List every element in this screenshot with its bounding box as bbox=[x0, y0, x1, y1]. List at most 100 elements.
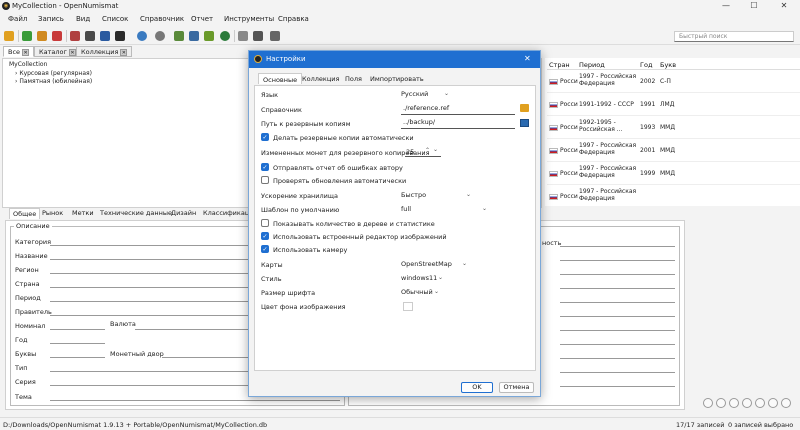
folder-browse-icon[interactable] bbox=[520, 119, 529, 127]
image-page-button[interactable] bbox=[716, 398, 726, 408]
map-icon[interactable] bbox=[204, 31, 214, 41]
edit-icon[interactable] bbox=[37, 31, 47, 41]
table-row[interactable]: Росси 1997 - Российская Федерация 1999 М… bbox=[547, 163, 800, 185]
font-size-select[interactable]: Обычный ⌄ bbox=[401, 288, 441, 298]
tab-technical[interactable]: Технические данные bbox=[97, 208, 175, 218]
use-camera-checkbox[interactable]: ✓ bbox=[261, 245, 269, 253]
search-icon[interactable] bbox=[253, 31, 263, 41]
chevron-down-icon[interactable]: ⌄ bbox=[433, 146, 438, 153]
tree-root[interactable]: MyCollection bbox=[9, 61, 47, 68]
image-page-button[interactable] bbox=[703, 398, 713, 408]
ok-button[interactable]: OK bbox=[461, 382, 493, 393]
right-field[interactable] bbox=[560, 358, 675, 359]
sort-icon[interactable] bbox=[85, 31, 95, 41]
right-field[interactable] bbox=[560, 288, 675, 289]
right-field[interactable] bbox=[560, 260, 675, 261]
column-period[interactable]: Период bbox=[579, 61, 605, 69]
right-field[interactable] bbox=[560, 246, 675, 247]
template-select[interactable]: full ⌄ bbox=[401, 205, 489, 215]
globe-icon[interactable] bbox=[137, 31, 147, 41]
tab-collection[interactable]: Коллекция ✕ bbox=[76, 46, 133, 57]
refresh-icon[interactable] bbox=[220, 31, 230, 41]
maps-select[interactable]: OpenStreetMap ⌄ bbox=[401, 260, 469, 270]
right-field[interactable] bbox=[560, 302, 675, 303]
right-field[interactable] bbox=[560, 344, 675, 345]
close-tab-icon[interactable]: ✕ bbox=[120, 48, 128, 56]
menu-record[interactable]: Запись bbox=[38, 15, 64, 23]
chevron-up-icon[interactable]: ⌃ bbox=[425, 147, 430, 154]
quick-search-input[interactable]: Быстрый поиск bbox=[674, 31, 794, 42]
menu-help[interactable]: Справка bbox=[278, 15, 309, 23]
tab-general[interactable]: Общее bbox=[9, 208, 41, 219]
image-page-button[interactable] bbox=[781, 398, 791, 408]
column-mint[interactable]: Букв bbox=[660, 61, 676, 69]
image-page-button[interactable] bbox=[729, 398, 739, 408]
minimize-button[interactable]: — bbox=[714, 0, 738, 12]
image-page-button[interactable] bbox=[742, 398, 752, 408]
report-icon[interactable] bbox=[174, 31, 184, 41]
cut-icon[interactable] bbox=[70, 31, 80, 41]
right-field[interactable] bbox=[560, 372, 675, 373]
right-field[interactable] bbox=[560, 274, 675, 275]
folder-icon[interactable] bbox=[520, 104, 529, 112]
close-button[interactable]: ✕ bbox=[772, 0, 796, 12]
right-field[interactable] bbox=[560, 330, 675, 331]
year-field[interactable] bbox=[50, 343, 105, 344]
right-field[interactable] bbox=[560, 386, 675, 387]
menu-report[interactable]: Отчет bbox=[191, 15, 213, 23]
tab-import-settings[interactable]: Импортировать bbox=[366, 73, 428, 84]
letters-field[interactable] bbox=[50, 357, 105, 358]
nominal-field[interactable] bbox=[50, 329, 105, 330]
tab-fields-settings[interactable]: Поля bbox=[341, 73, 366, 84]
tree-item-commemorative[interactable]: › Памятная (юбилейная) bbox=[15, 78, 92, 85]
image-page-button[interactable] bbox=[755, 398, 765, 408]
menu-view[interactable]: Вид bbox=[76, 15, 90, 23]
tab-general-settings[interactable]: Основные bbox=[258, 73, 303, 84]
delete-icon[interactable] bbox=[52, 31, 62, 41]
add-icon[interactable] bbox=[22, 31, 32, 41]
table-row[interactable]: Росси 1997 - Российская Федерация 2001 М… bbox=[547, 140, 800, 162]
coin-icon[interactable] bbox=[155, 31, 165, 41]
dialog-close-icon[interactable]: ✕ bbox=[524, 54, 531, 63]
bg-color-swatch[interactable] bbox=[403, 302, 413, 311]
tab-all[interactable]: Все ✕ bbox=[3, 46, 35, 57]
link-icon[interactable] bbox=[238, 31, 248, 41]
language-select[interactable]: Русский ⌄ bbox=[401, 90, 451, 100]
right-field[interactable] bbox=[560, 316, 675, 317]
table-row[interactable]: Росси 1991-1992 - СССР 1991 ЛМД bbox=[547, 94, 800, 116]
tree-item-regular[interactable]: › Курсовая (регулярная) bbox=[15, 70, 92, 77]
cancel-button[interactable]: Отмена bbox=[499, 382, 534, 393]
check-updates-checkbox[interactable] bbox=[261, 176, 269, 184]
menu-reference[interactable]: Справочник bbox=[140, 15, 184, 23]
column-year[interactable]: Год bbox=[640, 61, 652, 69]
style-select[interactable]: windows11 ⌄ bbox=[401, 274, 445, 284]
tab-design[interactable]: Дизайн bbox=[168, 208, 199, 218]
backup-path-input[interactable]: ../backup/ bbox=[401, 118, 515, 129]
settings-icon[interactable] bbox=[270, 31, 280, 41]
column-country[interactable]: Стран bbox=[549, 61, 570, 69]
list-icon[interactable] bbox=[115, 31, 125, 41]
open-folder-icon[interactable] bbox=[4, 31, 14, 41]
storage-accel-select[interactable]: Быстро ⌄ bbox=[401, 191, 473, 201]
theme-field[interactable] bbox=[50, 400, 340, 401]
image-page-button[interactable] bbox=[768, 398, 778, 408]
table-row[interactable]: Росси 1997 - Российская Федерация 2002 С… bbox=[547, 71, 800, 93]
menu-list[interactable]: Список bbox=[102, 15, 128, 23]
tab-catalog[interactable]: Каталог ✕ bbox=[34, 46, 81, 57]
menu-tools[interactable]: Инструменты bbox=[224, 15, 274, 23]
close-tab-icon[interactable]: ✕ bbox=[68, 48, 76, 56]
tab-market[interactable]: Рынок bbox=[39, 208, 66, 218]
maximize-button[interactable]: ☐ bbox=[742, 0, 766, 12]
table-row[interactable]: Росси 1997 - Российская Федерация bbox=[547, 186, 800, 206]
table-row[interactable]: Росси 1992-1995 - Российская ... 1993 ММ… bbox=[547, 117, 800, 139]
chart-icon[interactable] bbox=[189, 31, 199, 41]
close-tab-icon[interactable]: ✕ bbox=[22, 48, 30, 56]
show-count-checkbox[interactable] bbox=[261, 219, 269, 227]
menu-file[interactable]: Файл bbox=[8, 15, 27, 23]
tab-collection-settings[interactable]: Коллекция bbox=[298, 73, 343, 84]
reference-path-input[interactable]: ./reference.ref bbox=[401, 104, 515, 115]
filter-icon[interactable] bbox=[100, 31, 110, 41]
builtin-editor-checkbox[interactable]: ✓ bbox=[261, 232, 269, 240]
tab-tags[interactable]: Метки bbox=[69, 208, 97, 218]
changed-coins-spinbox[interactable]: 25 ⌃ ⌄ bbox=[405, 146, 441, 157]
